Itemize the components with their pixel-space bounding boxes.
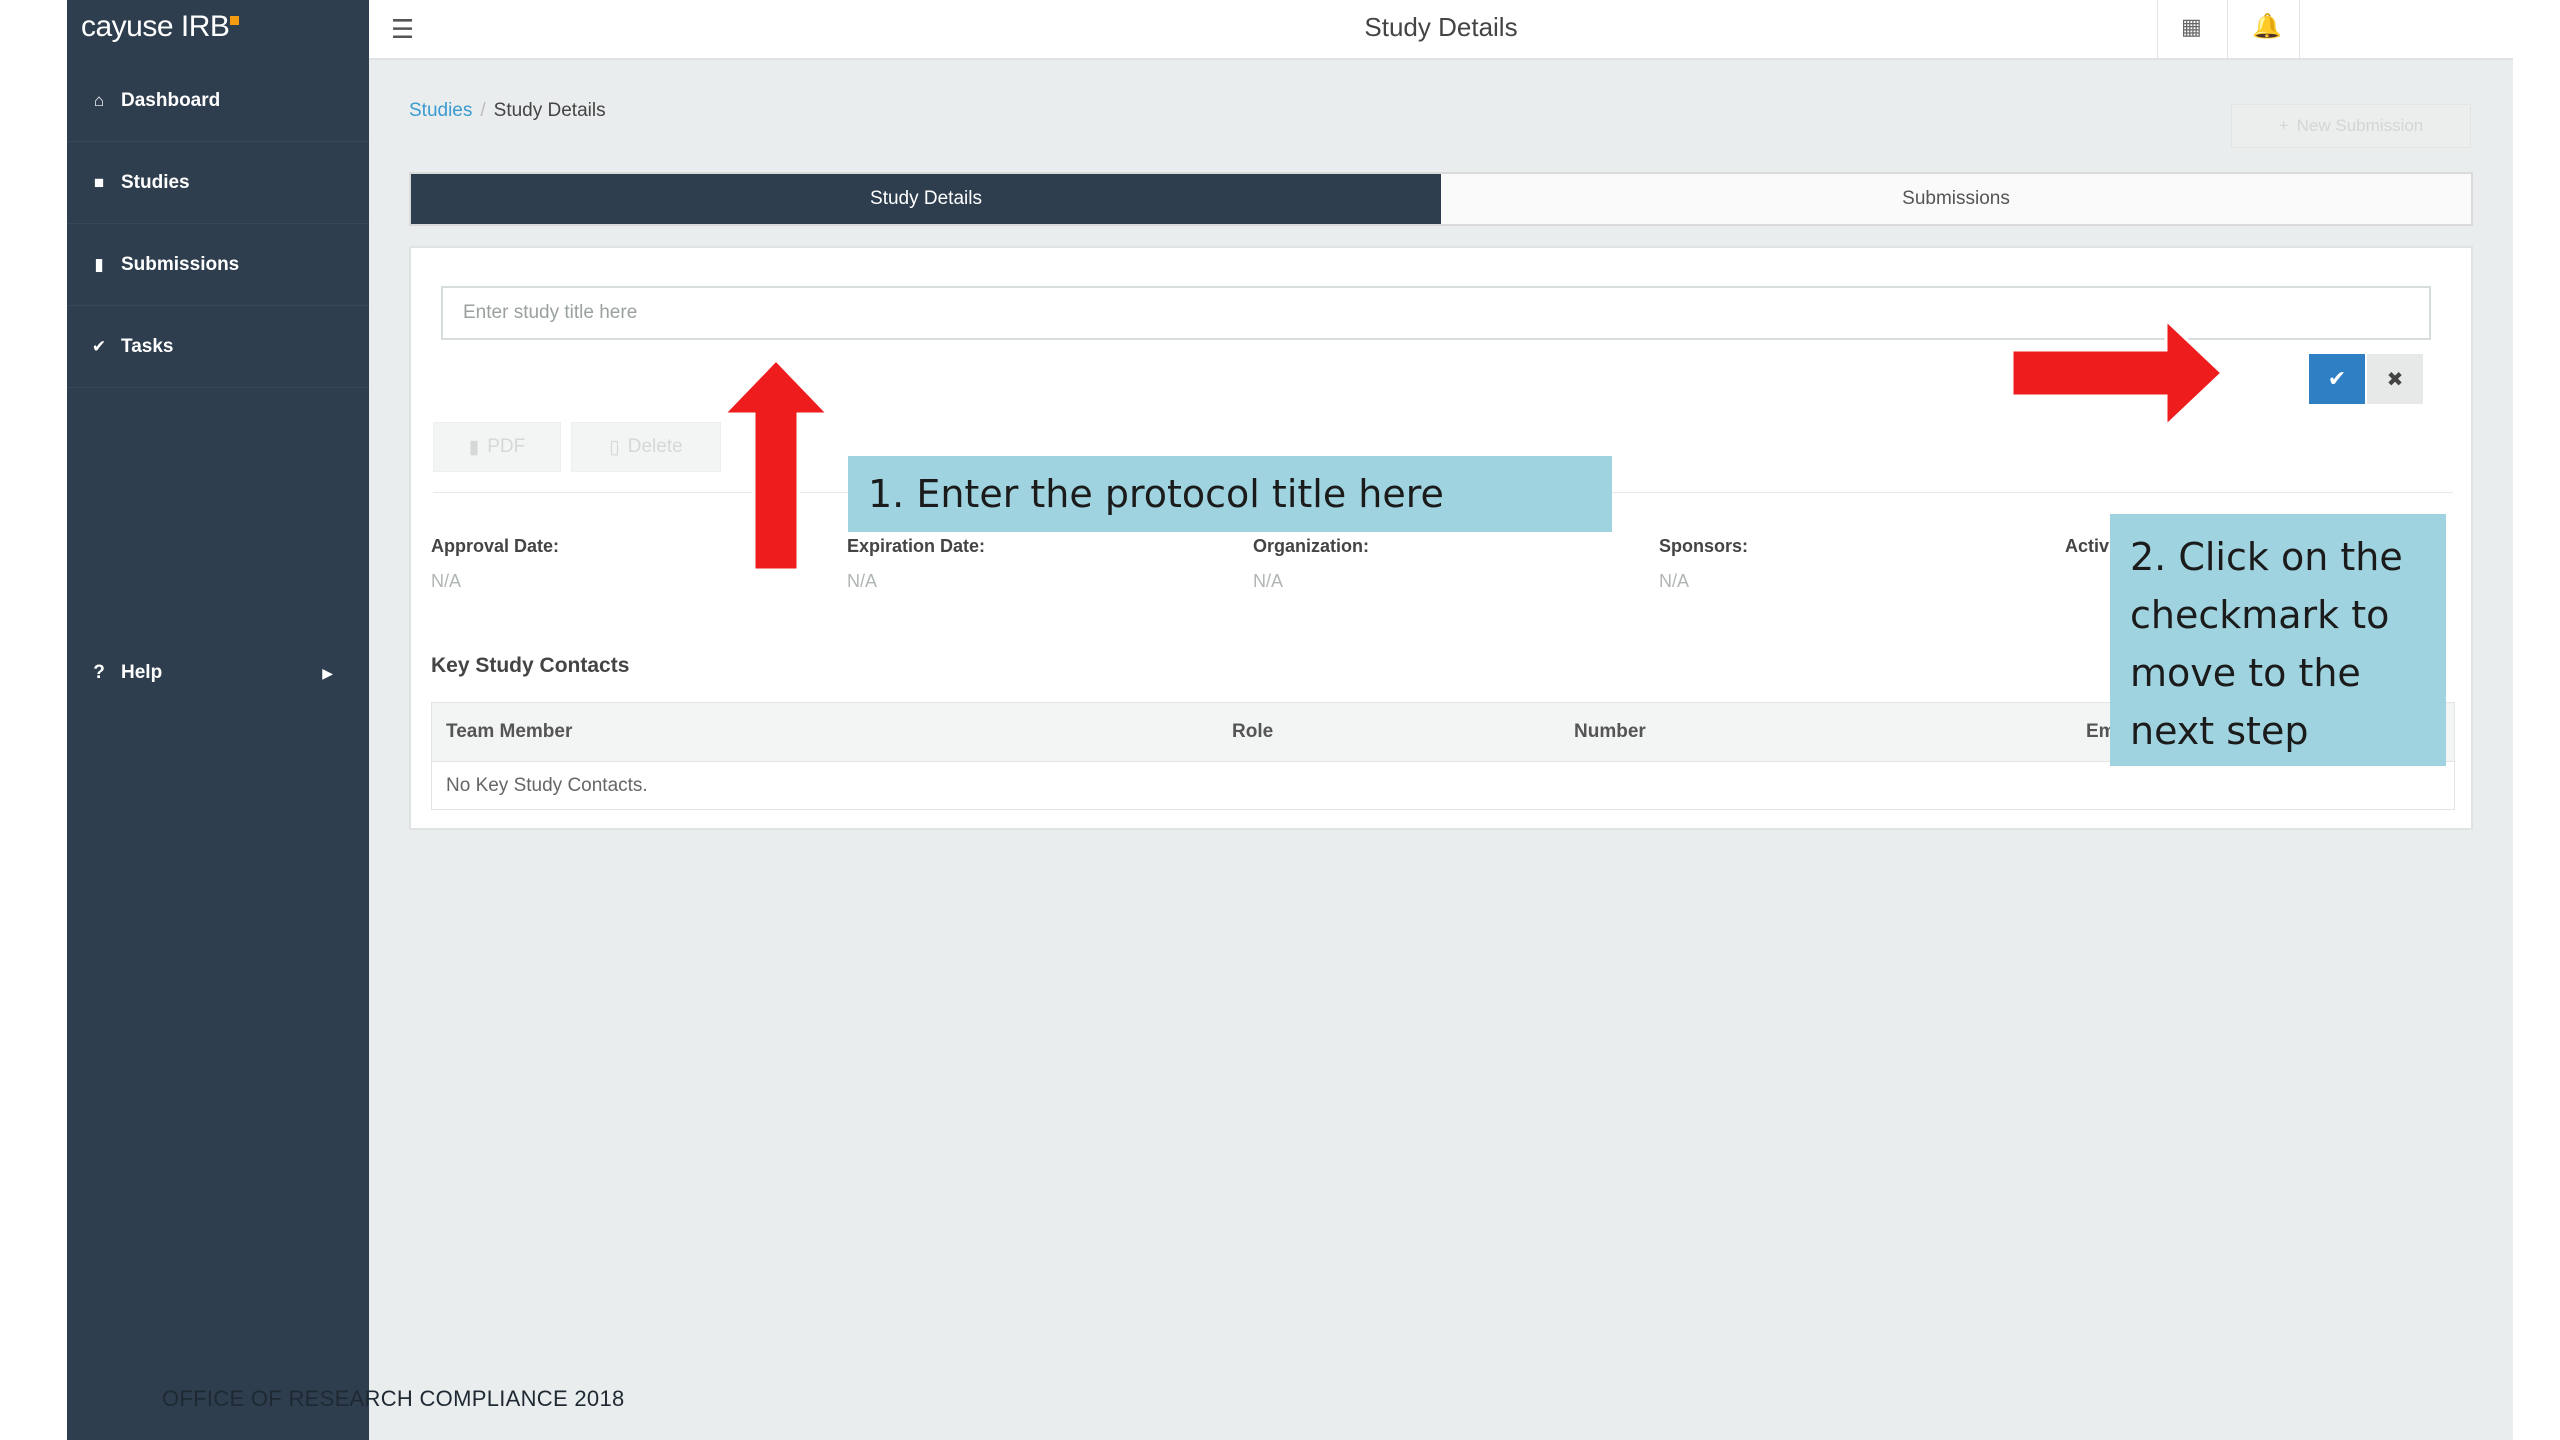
- pdf-button[interactable]: ▮ PDF: [433, 422, 561, 472]
- sidebar-item-tasks[interactable]: ✔ Tasks: [67, 306, 369, 388]
- column-header[interactable]: Number: [1574, 721, 1646, 743]
- column-header[interactable]: Role: [1232, 721, 1273, 743]
- topbar-divider: [2227, 0, 2228, 58]
- question-icon: ?: [93, 662, 105, 683]
- sidebar-item-label: Submissions: [121, 253, 240, 275]
- sidebar-nav: ⌂ Dashboard ■ Studies ▮ Submissions ✔ Ta…: [67, 60, 369, 388]
- arrow-up-annotation-icon: [722, 358, 830, 572]
- caret-right-icon: ▶: [322, 664, 333, 681]
- close-icon: ✖: [2386, 368, 2404, 391]
- tab-study-details[interactable]: Study Details: [411, 174, 1441, 224]
- sidebar-item-label: Tasks: [121, 335, 174, 357]
- active-field: Activ: [2065, 536, 2109, 571]
- topbar-divider: [2299, 0, 2300, 58]
- plus-icon: +: [2278, 116, 2289, 135]
- sidebar-item-label: Studies: [121, 171, 190, 193]
- field-value: N/A: [847, 571, 878, 591]
- delete-label: Delete: [627, 436, 683, 457]
- top-bar: ☰ Study Details ▦ 🔔: [369, 0, 2513, 60]
- breadcrumb: Studies / Study Details: [409, 100, 606, 122]
- approval-date-field: Approval Date: N/A: [431, 536, 559, 592]
- delete-button[interactable]: ▯ Delete: [571, 422, 721, 472]
- pdf-label: PDF: [487, 436, 526, 457]
- breadcrumb-current: Study Details: [493, 100, 606, 121]
- trash-icon: ▯: [609, 436, 620, 458]
- brand-logo[interactable]: cayuse IRB: [81, 10, 240, 50]
- sidebar: cayuse IRB ⌂ Dashboard ■ Studies ▮ Submi…: [67, 0, 369, 1440]
- home-icon: ⌂: [93, 90, 105, 110]
- field-label: Organization:: [1253, 536, 1369, 556]
- step-1-callout: 1. Enter the protocol title here: [848, 456, 1612, 532]
- sidebar-item-help[interactable]: ? Help ▶: [67, 632, 369, 714]
- checkmark-icon: ✔: [2327, 366, 2347, 391]
- field-value: N/A: [431, 571, 462, 591]
- field-label: Activ: [2065, 536, 2110, 556]
- sidebar-item-dashboard[interactable]: ⌂ Dashboard: [67, 60, 369, 142]
- sidebar-item-studies[interactable]: ■ Studies: [67, 142, 369, 224]
- key-study-contacts-heading: Key Study Contacts: [431, 654, 630, 677]
- field-label: Sponsors:: [1659, 536, 1749, 556]
- apps-grid-icon[interactable]: ▦: [2181, 14, 2202, 40]
- field-label: Expiration Date:: [847, 536, 986, 556]
- check-icon: ✔: [91, 336, 107, 356]
- expiration-date-field: Expiration Date: N/A: [847, 536, 985, 592]
- arrow-right-annotation-icon: [2010, 318, 2224, 428]
- tab-submissions[interactable]: Submissions: [1441, 174, 2471, 224]
- step-2-callout: 2. Click on the checkmark to move to the…: [2110, 514, 2446, 766]
- brand-dot-icon: [230, 16, 240, 25]
- sponsors-field: Sponsors: N/A: [1659, 536, 1748, 592]
- field-value: N/A: [1659, 571, 1690, 591]
- topbar-divider: [2157, 0, 2158, 58]
- new-submission-label: New Submission: [2296, 116, 2424, 135]
- cancel-title-button[interactable]: ✖: [2367, 354, 2423, 404]
- field-value: N/A: [1253, 571, 1284, 591]
- confirm-title-button[interactable]: ✔: [2309, 354, 2365, 404]
- sidebar-item-label: Help: [121, 662, 163, 683]
- breadcrumb-studies-link[interactable]: Studies: [409, 100, 472, 121]
- tab-bar: Study Details Submissions: [409, 172, 2473, 226]
- footer-note: OFFICE OF RESEARCH COMPLIANCE 2018: [162, 1386, 625, 1411]
- organization-field: Organization: N/A: [1253, 536, 1369, 592]
- file-icon: ▮: [468, 436, 480, 458]
- column-header[interactable]: Team Member: [446, 721, 572, 743]
- empty-table-message: No Key Study Contacts.: [446, 775, 648, 796]
- folder-icon: ■: [93, 172, 105, 192]
- new-submission-button[interactable]: + New Submission: [2231, 104, 2471, 148]
- sidebar-item-submissions[interactable]: ▮ Submissions: [67, 224, 369, 306]
- document-icon: ▮: [94, 254, 104, 274]
- brand-name: cayuse IRB: [81, 10, 230, 43]
- field-label: Approval Date:: [431, 536, 560, 556]
- notification-bell-icon[interactable]: 🔔: [2252, 12, 2282, 41]
- sidebar-item-label: Dashboard: [121, 89, 221, 111]
- breadcrumb-separator: /: [480, 100, 486, 121]
